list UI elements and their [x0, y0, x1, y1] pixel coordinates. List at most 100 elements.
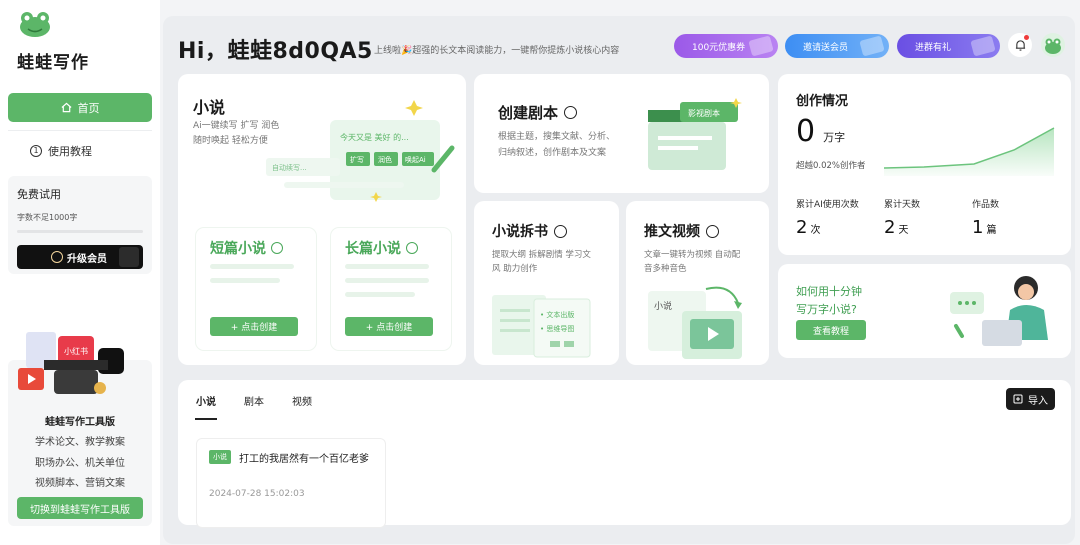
stat-works-value: 1 [972, 217, 984, 238]
nav-home[interactable]: 首页 [8, 93, 152, 122]
placeholder-line [210, 264, 294, 269]
upgrade-label: 升级会员 [67, 253, 107, 265]
stat-works-unit: 篇 [986, 225, 997, 236]
promo-invite-button[interactable]: 邀请送会员 [785, 34, 889, 58]
nav-tutorial-label: 使用教程 [48, 145, 92, 158]
book-illustration-icon: • 文本出版 • 思维导图 [492, 295, 591, 358]
placeholder-line [210, 278, 280, 283]
tutorial-tip-card: 如何用十分钟 写万字小说? 查看教程 [778, 264, 1071, 358]
stat-ai-uses-label: 累计AI使用次数 [796, 200, 859, 210]
tool-line-1: 学术论文、教学教案 [35, 437, 125, 448]
tool-illustration-icon: 小红书 [18, 332, 124, 394]
tip-line-1: 如何用十分钟 [796, 285, 862, 298]
stats-words-unit: 万字 [823, 131, 846, 144]
stat-days-label: 累计天数 [884, 200, 921, 210]
stat-days-unit: 天 [898, 225, 909, 236]
tab-script[interactable]: 剧本 [244, 393, 264, 408]
placeholder-line [345, 264, 429, 269]
stat-works-label: 作品数 [972, 200, 1000, 210]
split-illus-1: • 文本出版 [540, 310, 574, 319]
invite-icon [859, 35, 885, 57]
bell-icon [1015, 40, 1025, 51]
short-novel-card[interactable]: 短篇小说 + 点击创建 [196, 228, 316, 350]
short-novel-label: 短篇小说 [210, 241, 266, 257]
tweet-video-card[interactable]: 推文视频 文章一键转为视频 自动配 音多种音色 小说 [626, 201, 769, 365]
video-title-label: 推文视频 [644, 224, 700, 240]
placeholder-line [345, 292, 415, 297]
short-novel-create-button[interactable]: + 点击创建 [210, 317, 298, 336]
novel-desc-2: 随时唤起 轻松方便 [193, 136, 268, 146]
script-desc-1: 根据主题，搜集文献、分析、 [498, 132, 616, 142]
tool-illus-badge: 小红书 [64, 346, 88, 356]
trial-progress-bar [17, 230, 143, 233]
split-title-label: 小说拆书 [492, 224, 548, 240]
announcement-marquee[interactable]: 上线啦🎉超强的长文本阅读能力，一键帮你提炼小说核心内容 [374, 43, 662, 56]
video-desc-1: 文章一键转为视频 自动配 [644, 250, 741, 260]
arrow-right-icon [706, 224, 719, 238]
notification-button[interactable] [1008, 33, 1032, 57]
trial-title: 免费试用 [17, 188, 61, 201]
greeting: Hi，蛙蛙8d0QA5 [178, 39, 373, 64]
promo-coupon-label: 100元优惠券 [692, 42, 746, 53]
long-novel-title: 长篇小说 [345, 238, 418, 258]
arrow-right-icon [564, 106, 578, 119]
thumb-icon [119, 247, 139, 267]
long-novel-label: 长篇小说 [345, 241, 401, 257]
script-title: 创建剧本 [498, 102, 578, 123]
novel-illus-chip-ai: 唤起Ai [405, 155, 426, 164]
stats-words-value: 0 [796, 114, 816, 149]
video-desc-2: 音多种音色 [644, 264, 687, 274]
clapperboard-icon: 影视剧本 [648, 98, 742, 170]
script-badge: 影视剧本 [688, 108, 720, 118]
arrow-right-icon [406, 242, 418, 254]
stat-days-value: 2 [884, 217, 896, 238]
video-title: 推文视频 [644, 221, 719, 241]
tool-line-3: 视频脚本、营销文案 [35, 478, 125, 489]
novel-illus-chip-expand: 扩写 [350, 155, 364, 164]
work-item-card[interactable]: 小说 打工的我居然有一个百亿老爹 2024-07-28 15:02:03 [196, 438, 386, 528]
script-card[interactable]: 创建剧本 根据主题，搜集文献、分析、 归纳叙述，创作剧本及文案 影视剧本 [474, 74, 769, 193]
novel-illus-bubble: 今天又是 美好 的... [340, 132, 409, 142]
nav-tutorial[interactable]: 1 使用教程 [30, 143, 92, 159]
stats-trend-chart [884, 127, 1055, 176]
creation-stats-card: 创作情况 0 万字 超越0.02%创作者 累计AI使用次数 2次 累计天数 2天… [778, 74, 1071, 255]
tab-novel[interactable]: 小说 [196, 393, 216, 408]
promo-coupon-button[interactable]: 100元优惠券 [674, 34, 778, 58]
book-split-card[interactable]: 小说拆书 提取大纲 拆解剧情 学习文 风 助力创作 • 文本出版 • 思维导图 [474, 201, 619, 365]
script-title-label: 创建剧本 [498, 104, 559, 122]
upgrade-button[interactable]: 升级会员 [17, 245, 143, 269]
stat-ai-uses: 2次 [796, 217, 820, 238]
works-tabs: 小说 剧本 视频 [196, 393, 312, 408]
split-desc-1: 提取大纲 拆解剧情 学习文 [492, 250, 591, 260]
long-novel-card[interactable]: 长篇小说 + 点击创建 [331, 228, 451, 350]
switch-tool-button[interactable]: 切换到蛙蛙写作工具版 [17, 497, 143, 519]
work-item-tag: 小说 [209, 450, 231, 464]
long-novel-create-button[interactable]: + 点击创建 [345, 317, 433, 336]
import-button[interactable]: 导入 [1006, 388, 1055, 410]
tutorial-icon: 1 [30, 145, 42, 157]
tab-video[interactable]: 视频 [292, 393, 312, 408]
stats-beat: 超越0.02%创作者 [796, 161, 866, 171]
frog-logo-icon[interactable] [18, 10, 52, 38]
arrow-right-icon [271, 242, 283, 254]
notification-dot [1024, 35, 1029, 40]
promo-group-button[interactable]: 进群有礼 [897, 34, 1000, 58]
stats-words: 0 万字 [796, 114, 845, 149]
novel-title: 小说 [193, 98, 226, 117]
trial-card: 免费试用 字数不足1000字 升级会员 [8, 176, 152, 274]
novel-illustration: 今天又是 美好 的... 扩写 润色 唤起Ai 自动续写... [266, 100, 455, 202]
work-item-date: 2024-07-28 15:02:03 [209, 489, 305, 499]
work-item-title: 打工的我居然有一个百亿老爹 [239, 454, 369, 465]
placeholder-line [345, 278, 429, 283]
stat-days: 2天 [884, 217, 908, 238]
stats-title: 创作情况 [796, 94, 849, 109]
video-illustration-icon: 小说 [648, 286, 742, 359]
nav-home-label: 首页 [77, 101, 100, 115]
brand-name: 蛙蛙写作 [17, 53, 89, 73]
avatar[interactable] [1041, 33, 1065, 57]
crown-icon [51, 251, 63, 263]
nav-divider [8, 130, 152, 131]
view-tutorial-button[interactable]: 查看教程 [796, 320, 866, 340]
video-illus-label: 小说 [654, 300, 672, 312]
trial-subtitle: 字数不足1000字 [17, 213, 78, 222]
